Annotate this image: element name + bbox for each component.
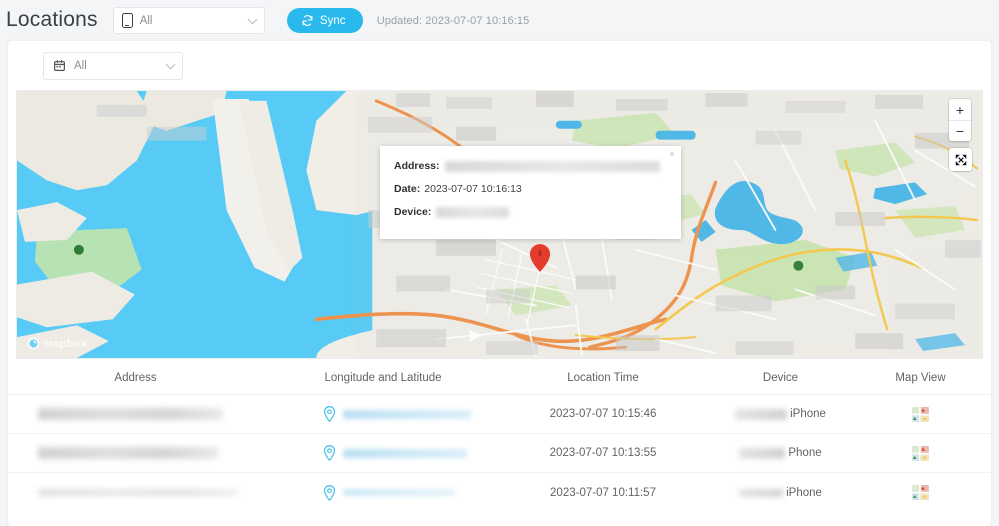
column-header-device: Device <box>762 372 799 384</box>
filter-bar: All <box>8 41 991 90</box>
device-value-wrap: iPhone <box>739 487 822 499</box>
address-value <box>38 489 238 496</box>
zoom-in-button[interactable]: + <box>949 99 971 120</box>
map-thumbnail-icon[interactable] <box>912 445 929 461</box>
cell-device: Phone <box>703 447 858 459</box>
zoom-control-group: + − <box>949 99 971 141</box>
cell-map-view <box>858 406 983 422</box>
table-header-row: Address Longitude and Latitude Location … <box>8 359 991 395</box>
date-filter-value: All <box>74 59 87 72</box>
page-title: Locations <box>6 8 98 31</box>
fullscreen-button[interactable] <box>949 148 972 171</box>
sync-button-label: Sync <box>319 14 346 27</box>
popup-close-icon[interactable]: × <box>669 150 675 160</box>
cell-address <box>8 447 263 459</box>
content-card: All × Address: Date: 2023-07-07 10:16:13… <box>8 41 991 526</box>
address-value <box>38 408 223 420</box>
location-pin-icon <box>323 406 336 422</box>
device-value-blurred <box>739 447 786 459</box>
device-value: iPhone <box>786 486 822 499</box>
device-value: Phone <box>788 447 822 459</box>
device-filter-dropdown[interactable]: All <box>112 7 265 34</box>
map-controls: + − <box>949 99 972 171</box>
cell-coordinates <box>263 445 503 461</box>
popup-date-row: Date: 2023-07-07 10:16:13 <box>394 183 667 195</box>
popup-address-label: Address: <box>394 160 440 172</box>
popup-device-label: Device: <box>394 206 432 218</box>
cell-coordinates <box>263 406 503 422</box>
top-toolbar: Locations All Sync Updated: 2023-07-07 1… <box>0 0 999 41</box>
table-row[interactable]: 2023-07-07 10:13:55 Phone <box>8 434 991 473</box>
chevron-down-icon <box>247 14 258 24</box>
calendar-icon <box>54 60 65 71</box>
device-value-blurred <box>739 488 784 497</box>
locations-table: Address Longitude and Latitude Location … <box>8 359 991 512</box>
device-filter-value: All <box>139 14 153 27</box>
cell-address <box>8 408 263 420</box>
device-value-blurred <box>735 408 788 420</box>
mapbox-attribution[interactable]: mapbox <box>27 337 88 350</box>
column-header-address: Address <box>114 372 157 384</box>
popup-date-value: 2023-07-07 10:16:13 <box>424 183 522 195</box>
refresh-icon <box>302 15 313 26</box>
column-header-location-time: Location Time <box>567 372 639 384</box>
location-pin-icon <box>323 484 336 501</box>
cell-device: iPhone <box>703 487 858 499</box>
cell-location-time: 2023-07-07 10:11:57 <box>550 486 656 499</box>
device-value-wrap: iPhone <box>735 408 826 420</box>
cell-location-time: 2023-07-07 10:15:46 <box>549 408 657 420</box>
coordinates-value <box>343 448 467 458</box>
mapbox-logo-icon <box>27 337 40 350</box>
cell-location-time: 2023-07-07 10:13:55 <box>549 447 657 459</box>
cell-coordinates <box>263 484 503 501</box>
sync-button[interactable]: Sync <box>286 8 363 33</box>
location-pin-icon <box>323 445 336 461</box>
table-row[interactable]: 2023-07-07 10:11:57 iPhone <box>8 473 991 512</box>
popup-address-value <box>444 160 660 172</box>
cell-map-view <box>858 445 983 461</box>
column-header-map-view: Map View <box>895 372 946 384</box>
cell-map-view <box>858 485 983 500</box>
map-thumbnail-icon[interactable] <box>912 406 929 422</box>
map-thumbnail-icon[interactable] <box>912 485 929 500</box>
chevron-down-icon <box>165 59 176 69</box>
coordinates-value <box>343 489 455 496</box>
location-marker[interactable] <box>529 243 551 273</box>
column-header-coordinates: Longitude and Latitude <box>324 372 442 384</box>
device-value: iPhone <box>790 408 826 420</box>
mapbox-label: mapbox <box>43 337 88 350</box>
popup-address-row: Address: <box>394 160 667 172</box>
popup-date-label: Date: <box>394 183 421 195</box>
zoom-out-button[interactable]: − <box>949 120 971 141</box>
phone-icon <box>121 13 133 28</box>
coordinates-value <box>343 409 471 419</box>
map-info-popup: × Address: Date: 2023-07-07 10:16:13 Dev… <box>380 146 681 239</box>
popup-device-value <box>436 206 510 218</box>
address-value <box>38 447 218 459</box>
device-value-wrap: Phone <box>739 447 822 459</box>
popup-device-row: Device: <box>394 206 667 218</box>
table-row[interactable]: 2023-07-07 10:15:46 iPhone <box>8 395 991 434</box>
locations-page: Locations All Sync Updated: 2023-07-07 1… <box>0 0 999 526</box>
cell-device: iPhone <box>703 408 858 420</box>
cell-address <box>8 489 263 496</box>
map-canvas[interactable]: × Address: Date: 2023-07-07 10:16:13 Dev… <box>16 90 983 359</box>
date-filter-dropdown[interactable]: All <box>43 51 183 80</box>
last-updated-text: Updated: 2023-07-07 10:16:15 <box>376 14 530 27</box>
fullscreen-icon <box>955 154 966 165</box>
